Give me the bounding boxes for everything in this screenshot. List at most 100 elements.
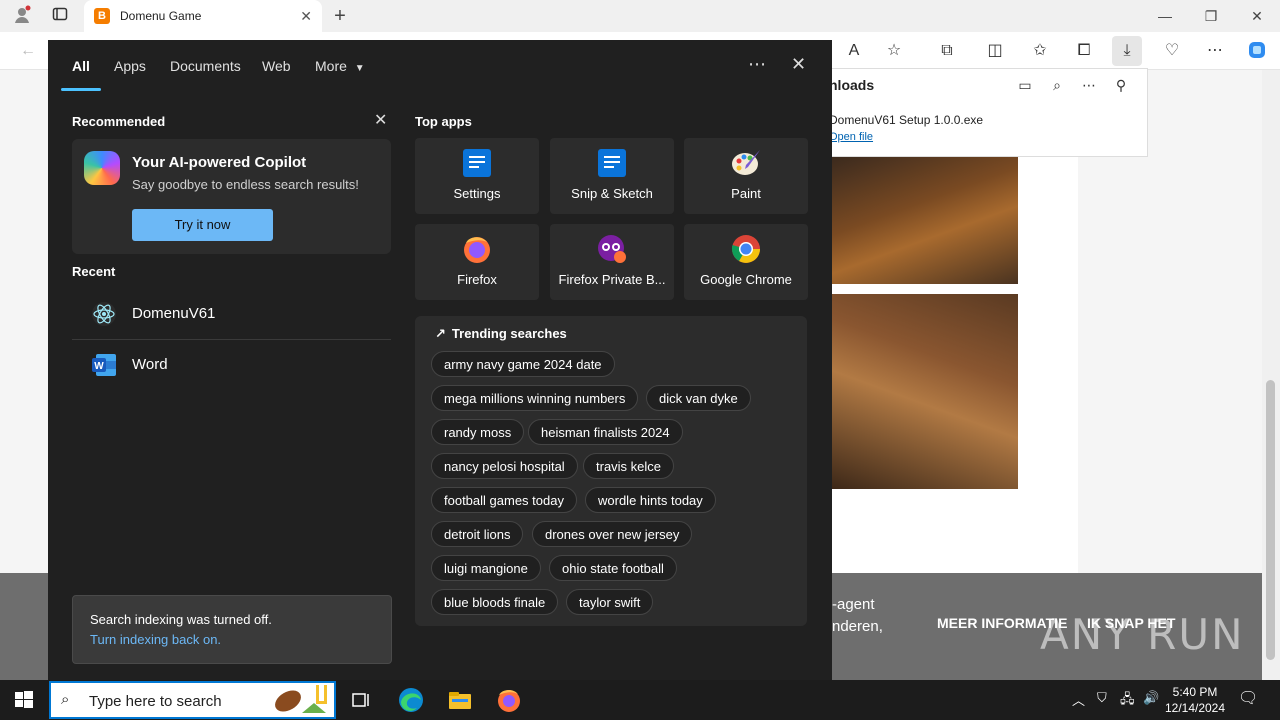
app-tile-google-chrome[interactable]: Google Chrome [684,224,808,300]
snip-sketch-icon [598,149,626,177]
app-label: Settings [453,186,501,201]
network-icon[interactable]: 🖧 [1120,690,1135,712]
browser-essentials-icon[interactable]: ♡ [1160,40,1184,62]
app-tile-snip-sketch[interactable]: Snip & Sketch [550,138,674,214]
firefox-private-icon [598,235,626,263]
trending-chip[interactable]: luigi mangione [431,555,541,581]
app-tile-firefox[interactable]: Firefox [415,224,539,300]
windows-logo-icon [15,691,33,708]
search-downloads-icon[interactable]: ⌕ [1047,75,1067,95]
trending-chip[interactable]: mega millions winning numbers [431,385,639,411]
trending-chip[interactable]: heisman finalists 2024 [528,419,683,445]
close-window-icon[interactable]: ✕ [1234,0,1280,32]
app-tile-settings[interactable]: Settings [415,138,539,214]
trending-chip[interactable]: drones over new jersey [532,521,693,547]
trending-chip[interactable]: dick van dyke [646,385,751,411]
close-search-icon[interactable]: ✕ [791,54,806,75]
clock-date: 12/14/2024 [1164,701,1226,715]
firefox-taskbar-icon[interactable] [495,686,523,714]
tab-apps[interactable]: Apps [114,58,146,74]
close-tab-icon[interactable]: ✕ [300,8,312,25]
recent-item-domenuv61[interactable]: DomenuV61 [72,290,391,338]
trending-chip[interactable]: detroit lions [431,521,524,547]
start-button[interactable] [0,680,48,720]
word-icon: W [92,354,116,376]
task-view-icon[interactable] [347,686,375,714]
scrollbar-thumb[interactable] [1266,380,1275,660]
settings-more-icon[interactable]: ⋯ [1203,40,1227,62]
tab-all[interactable]: All [72,58,90,74]
dismiss-recommended-icon[interactable]: ✕ [374,110,387,130]
active-tab-indicator [61,88,101,91]
open-file-link[interactable]: Open file [829,131,873,143]
cookie-text-line-1: -agent [832,596,875,613]
app-label: Google Chrome [700,272,792,287]
tab-domenu-game[interactable]: B Domenu Game ✕ [84,0,322,32]
downloads-more-icon[interactable]: ⋯ [1079,75,1099,95]
tab-more[interactable]: More ▼ [315,58,365,74]
game-screenshot-1 [832,157,1018,284]
recent-item-label: Word [132,356,168,373]
cookie-banner-text: -agent nderen, [832,594,883,638]
back-icon[interactable]: ← [16,40,40,62]
volume-icon[interactable]: 🔊 [1143,690,1159,706]
minimize-icon[interactable]: — [1142,0,1188,32]
read-aloud-icon[interactable]: A [842,40,866,62]
chrome-icon [731,235,760,263]
turn-indexing-on-link[interactable]: Turn indexing back on. [90,632,221,647]
options-ellipsis-icon[interactable]: ⋯ [748,54,766,75]
app-tile-firefox-private[interactable]: Firefox Private B... [550,224,674,300]
restore-icon[interactable]: ❐ [1188,0,1234,32]
extensions-icon[interactable]: ⧉ [935,40,959,62]
trending-chip[interactable]: ohio state football [549,555,677,581]
trending-chip[interactable]: football games today [431,487,577,513]
downloads-title: nloads [829,77,875,93]
page-scrollbar[interactable] [1262,70,1280,680]
copilot-icon[interactable] [1245,40,1269,62]
app-tile-paint[interactable]: Paint [684,138,808,214]
firefox-icon [464,237,490,263]
split-screen-icon[interactable]: ◫ [983,40,1007,62]
trending-chip[interactable]: nancy pelosi hospital [431,453,578,479]
caret-down-icon: ▼ [354,63,365,74]
trending-chip[interactable]: taylor swift [566,589,654,615]
tab-title: Domenu Game [120,9,202,23]
tab-web[interactable]: Web [262,58,291,74]
football-search-highlight-icon [275,685,327,713]
top-apps-heading: Top apps [415,114,472,129]
try-it-now-button[interactable]: Try it now [132,209,273,241]
trending-chip[interactable]: blue bloods finale [431,589,559,615]
windows-search-panel: All Apps Documents Web More ▼ ⋯ ✕ Recomm… [48,40,832,680]
pin-icon[interactable]: ⚲ [1111,75,1131,95]
trending-chip[interactable]: army navy game 2024 date [431,351,615,377]
app-label: Paint [731,186,761,201]
app-label: Firefox [457,272,497,287]
system-clock[interactable]: 5:40 PM 12/14/2024 [1160,684,1230,716]
browser-tab-bar: B Domenu Game ✕ + — ❐ ✕ [0,0,1280,32]
show-hidden-icons-chevron[interactable]: ︿ [1072,690,1085,709]
copilot-subtitle: Say goodbye to endless search results! [132,177,359,192]
profile-icon[interactable] [12,5,32,25]
open-folder-icon[interactable]: ▭ [1015,75,1035,95]
cookie-text-line-2: nderen, [832,618,883,635]
tab-actions-icon[interactable] [50,6,70,26]
collections-icon[interactable]: ⧠ [1072,40,1096,62]
notifications-icon[interactable]: 🗨 [1238,688,1258,708]
favorite-star-icon[interactable]: ☆ [882,40,906,62]
indexing-notice: Search indexing was turned off. Turn ind… [72,595,392,664]
tab-documents[interactable]: Documents [170,58,241,74]
recent-divider [72,339,391,340]
edge-icon[interactable] [397,686,425,714]
security-tray-icon[interactable]: ⛉ [1097,690,1107,706]
taskbar-search-box[interactable]: ⌕ Type here to search [49,681,336,719]
new-tab-icon[interactable]: + [330,6,350,26]
file-explorer-icon[interactable] [446,686,474,714]
recent-item-word[interactable]: W Word [72,341,391,389]
trending-chip[interactable]: randy moss [431,419,525,445]
trending-chip[interactable]: wordle hints today [585,487,716,513]
trending-chip[interactable]: travis kelce [583,453,675,479]
trending-searches-box: ↗ Trending searches army navy game 2024 d… [415,316,807,626]
clock-time: 5:40 PM [1172,685,1218,699]
favorites-icon[interactable]: ✩ [1028,40,1052,62]
downloads-icon[interactable]: ⤓ [1112,36,1142,66]
